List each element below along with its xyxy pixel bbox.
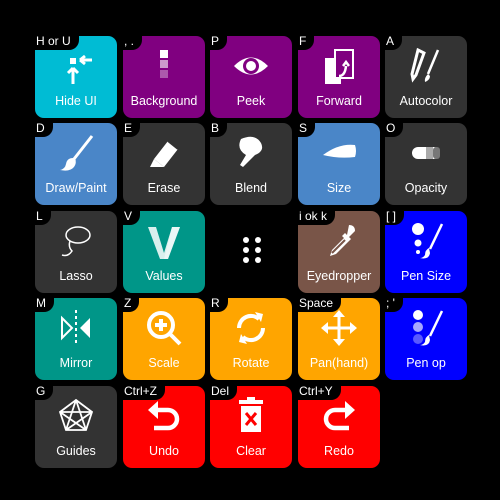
pen-opacity-icon [413, 310, 444, 346]
tool-button-guides[interactable]: Guides G [32, 383, 117, 468]
zoom-icon [147, 311, 182, 346]
background-layers-icon [160, 50, 168, 78]
tool-button-size[interactable]: Size S [295, 120, 380, 205]
tool-label: Pen op [406, 356, 446, 370]
tool-label: Blend [235, 181, 267, 195]
redo-icon [323, 401, 355, 431]
tool-label: Mirror [59, 356, 93, 370]
rotate-icon [236, 312, 266, 344]
tool-label: Pen Size [400, 269, 452, 283]
shortcut-badge: L [32, 208, 51, 225]
shortcut-badge: H or U [32, 33, 79, 50]
values-icon [148, 227, 180, 259]
shortcut-badge: A [382, 33, 403, 50]
shortcut-badge: S [295, 120, 316, 137]
pen-size-icon [412, 223, 444, 259]
tool-label: Size [326, 181, 352, 195]
shortcut-badge: Space [295, 295, 342, 312]
tool-label: Draw/Paint [45, 181, 107, 195]
shortcut-badge: E [120, 120, 141, 137]
shortcut-badge: B [207, 120, 228, 137]
tool-button-hide-ui[interactable]: Hide UI H or U [32, 33, 117, 118]
shortcut-badge: R [207, 295, 228, 312]
shortcut-badge: i ok k [295, 208, 336, 225]
tool-label: Background [130, 94, 198, 108]
tool-label: Undo [149, 444, 179, 458]
tool-button-mirror[interactable]: Mirror M [32, 295, 117, 380]
tool-button-pen-op[interactable]: Pen op ; ' [382, 295, 467, 380]
tool-button-scale[interactable]: Scale Z [120, 295, 205, 380]
tool-label: Pan(hand) [309, 356, 369, 370]
tool-label: Eyedropper [306, 269, 372, 283]
shortcut-badge: G [32, 383, 54, 400]
autocolor-icon [410, 47, 440, 83]
shortcut-badge: V [120, 208, 141, 225]
tool-label: Forward [316, 94, 362, 108]
guides-icon [58, 398, 94, 431]
tool-label: Rotate [232, 356, 270, 370]
tool-button-forward[interactable]: Forward F [295, 33, 380, 118]
shortcut-badge: P [207, 33, 228, 50]
tool-label: Hide UI [55, 94, 97, 108]
tool-label: Autocolor [399, 94, 453, 108]
tool-label: Opacity [404, 181, 448, 195]
tool-button-erase[interactable]: Erase E [120, 120, 205, 205]
tool-button-draw-paint[interactable]: Draw/Paint D [32, 120, 117, 205]
tool-button-values[interactable]: Values V [120, 208, 205, 293]
tool-button-redo[interactable]: Redo Ctrl+Y [295, 383, 380, 468]
tool-button-background[interactable]: Background , . [120, 33, 205, 118]
shortcut-badge: O [382, 120, 404, 137]
blend-icon [239, 136, 263, 167]
shortcut-badge: Del [207, 383, 238, 400]
tool-button-peek[interactable]: Peek P [207, 33, 292, 118]
tool-button-lasso[interactable]: Lasso L [32, 208, 117, 293]
tool-label: Redo [324, 444, 354, 458]
tool-button-autocolor[interactable]: Autocolor A [382, 33, 467, 118]
shortcut-badge: F [295, 33, 315, 50]
shortcut-badge: Ctrl+Y [295, 383, 341, 400]
tool-button-opacity[interactable]: Opacity O [382, 120, 467, 205]
shortcut-badge: Ctrl+Z [120, 383, 165, 400]
shortcut-badge: Z [120, 295, 140, 312]
tool-label: Scale [148, 356, 180, 370]
tool-button-eyedropper[interactable]: Eyedropper i ok k [295, 208, 380, 293]
shortcut-badge: ; ' [382, 295, 403, 312]
move-icon [321, 310, 357, 346]
size-stroke-icon [323, 144, 356, 158]
forward-page-icon [325, 49, 354, 84]
drag-handle-icon[interactable] [241, 236, 263, 268]
eraser-icon [150, 140, 179, 167]
tool-label: Erase [147, 181, 181, 195]
tool-label: Values [145, 269, 183, 283]
shortcut-badge: [ ] [382, 208, 405, 225]
tool-button-rotate[interactable]: Rotate R [207, 295, 292, 380]
opacity-icon [412, 147, 440, 159]
tool-button-clear[interactable]: Clear Del [207, 383, 292, 468]
tool-label: Clear [236, 444, 266, 458]
tool-button-pen-size[interactable]: Pen Size [ ] [382, 208, 467, 293]
trash-icon [239, 397, 263, 432]
tool-button-pan-hand[interactable]: Pan(hand) Space [295, 295, 380, 380]
tool-button-blend[interactable]: Blend B [207, 120, 292, 205]
shortcut-badge: M [32, 295, 54, 312]
shortcut-badge: D [32, 120, 53, 137]
tool-label: Lasso [59, 269, 93, 283]
mirror-icon [61, 310, 90, 346]
lasso-icon [61, 226, 91, 257]
eyedropper-icon [330, 225, 355, 256]
tool-button-undo[interactable]: Undo Ctrl+Z [120, 383, 205, 468]
undo-icon [148, 401, 180, 431]
hide-ui-icon [66, 54, 92, 84]
shortcut-badge: , . [120, 33, 143, 50]
eye-icon [234, 57, 268, 75]
tool-label: Guides [56, 444, 96, 458]
tool-label: Peek [236, 94, 266, 108]
brush-icon [60, 135, 94, 171]
